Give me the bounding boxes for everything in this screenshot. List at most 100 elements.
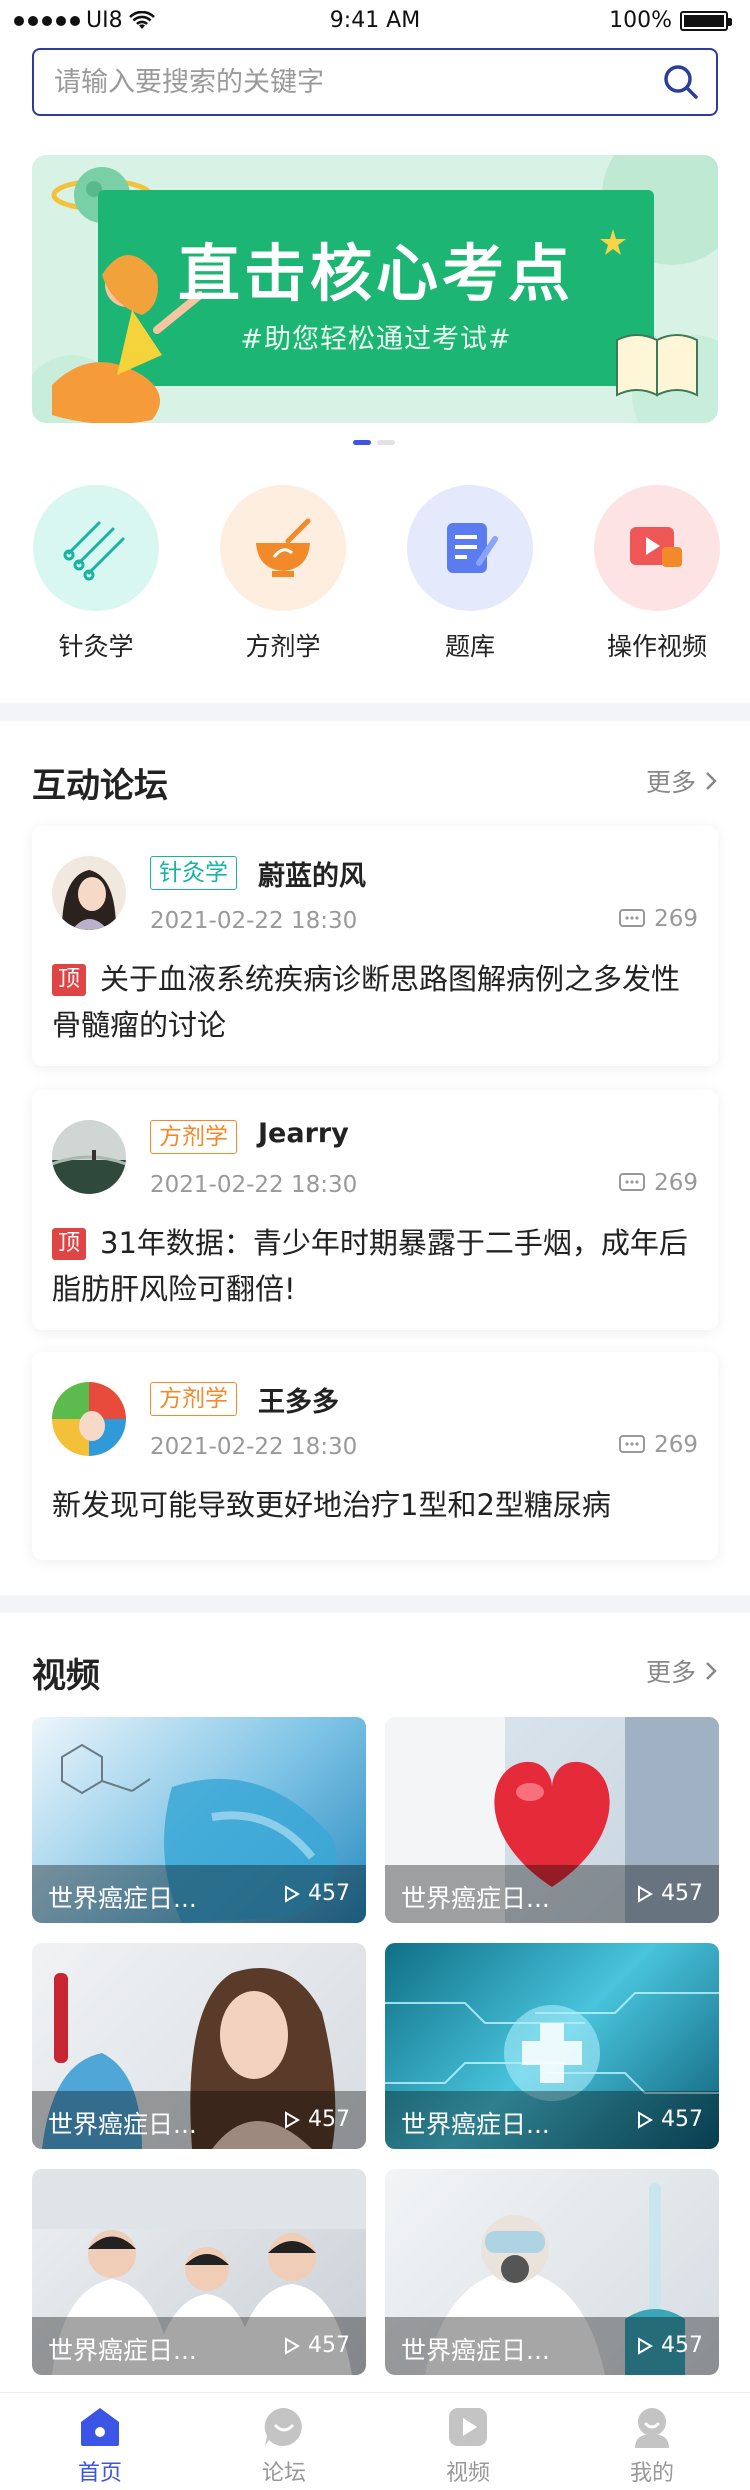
- banner-subtitle: #助您轻松通过考试#: [240, 324, 512, 355]
- quick-nav-prescription[interactable]: 方剂学: [198, 485, 368, 663]
- video-card[interactable]: 世界癌症日... 457: [385, 1717, 719, 1923]
- tab-forum[interactable]: 论坛: [224, 2403, 344, 2487]
- video-card[interactable]: 世界癌症日... 457: [32, 1717, 366, 1923]
- more-label: 更多: [645, 768, 696, 797]
- view-count-label: 457: [308, 2107, 350, 2132]
- avatar[interactable]: [52, 856, 126, 930]
- quick-nav-question-bank[interactable]: 题库: [385, 485, 555, 663]
- banner-title: 直击核心考点: [177, 237, 574, 310]
- comment-icon: [619, 1435, 646, 1453]
- pagination-dot-active[interactable]: [353, 440, 371, 445]
- play-icon: [638, 2336, 653, 2355]
- quick-nav-operation-video[interactable]: 操作视频: [572, 485, 742, 663]
- bottom-tab-bar: 首页 论坛 视频 我的: [0, 2392, 750, 2490]
- tab-home[interactable]: 首页: [40, 2403, 160, 2487]
- video-more-link[interactable]: 更多: [646, 1653, 718, 1689]
- promo-banner[interactable]: 直击核心考点 #助您轻松通过考试#: [32, 155, 718, 423]
- comment-count: 269: [618, 1432, 698, 1458]
- chevron-right-icon: [706, 1662, 717, 1680]
- comment-icon: [619, 909, 646, 927]
- video-title: 世界癌症日...: [401, 2336, 550, 2365]
- video-title: 世界癌症日...: [48, 2336, 197, 2365]
- pagination-dot[interactable]: [377, 440, 395, 445]
- play-icon: [638, 1884, 653, 1903]
- post-date: 2021-02-22 18:30: [150, 1434, 358, 1460]
- quick-nav-label: 题库: [444, 632, 495, 661]
- play-icon: [285, 2336, 300, 2355]
- username[interactable]: 蔚蓝的风: [258, 854, 366, 893]
- needles-icon: [33, 485, 159, 611]
- video-card[interactable]: 世界癌症日... 457: [385, 2169, 719, 2375]
- forum-section-title: 互动论坛: [32, 766, 168, 806]
- post-text: 新发现可能导致更好地治疗1型和2型糖尿病: [52, 1488, 611, 1522]
- video-section-title: 视频: [32, 1656, 100, 1696]
- view-count: 457: [637, 2107, 703, 2132]
- banner-pagination[interactable]: [353, 440, 395, 445]
- video-title: 世界癌症日...: [401, 1884, 550, 1913]
- video-caption: 世界癌症日... 457: [385, 1865, 719, 1923]
- video-caption: 世界癌症日... 457: [32, 2317, 366, 2375]
- video-card[interactable]: 世界癌症日... 457: [32, 2169, 366, 2375]
- forum-post-card[interactable]: 方剂学 Jearry 2021-02-22 18:30 269 顶 31年数据：青…: [32, 1090, 718, 1330]
- category-tag[interactable]: 针灸学: [150, 856, 237, 890]
- post-title[interactable]: 顶关于血液系统疾病诊断思路图解病例之多发性骨髓瘤的讨论: [52, 956, 698, 1048]
- video-caption: 世界癌症日... 457: [385, 2317, 719, 2375]
- avatar[interactable]: [52, 1120, 126, 1194]
- video-title: 世界癌症日...: [48, 2110, 197, 2139]
- comment-count: 269: [618, 1170, 698, 1196]
- video-card[interactable]: 世界癌症日... 457: [385, 1943, 719, 2149]
- tab-label: 论坛: [261, 2461, 306, 2486]
- video-caption: 世界癌症日... 457: [32, 2091, 366, 2149]
- chevron-right-icon: [706, 772, 717, 790]
- battery-icon: [680, 10, 732, 31]
- quick-nav-acupuncture[interactable]: 针灸学: [11, 485, 181, 663]
- view-count: 457: [637, 2333, 703, 2358]
- view-count-label: 457: [308, 1881, 350, 1906]
- tab-label: 视频: [445, 2461, 490, 2486]
- forum-post-card[interactable]: 针灸学 蔚蓝的风 2021-02-22 18:30 269 顶关于血液系统疾病诊…: [32, 826, 718, 1066]
- post-title[interactable]: 顶 31年数据：青少年时期暴露于二手烟，成年后脂肪肝风险可翻倍!: [52, 1220, 698, 1312]
- quick-nav-label: 方剂学: [245, 632, 321, 661]
- more-label: 更多: [645, 1658, 696, 1687]
- search-icon[interactable]: [646, 50, 716, 114]
- quick-nav-label: 操作视频: [606, 632, 707, 661]
- comment-count-label: 269: [654, 906, 698, 932]
- comment-icon: [619, 1173, 646, 1191]
- video-tab-icon: [444, 2403, 492, 2451]
- battery-label: 100%: [609, 8, 672, 33]
- tab-profile[interactable]: 我的: [592, 2403, 712, 2487]
- play-icon: [285, 2110, 300, 2129]
- category-tag[interactable]: 方剂学: [150, 1120, 237, 1154]
- tab-label: 首页: [77, 2461, 122, 2486]
- view-count-label: 457: [661, 2107, 703, 2132]
- avatar[interactable]: [52, 1382, 126, 1456]
- view-count-label: 457: [308, 2333, 350, 2358]
- post-title[interactable]: 新发现可能导致更好地治疗1型和2型糖尿病: [52, 1482, 698, 1528]
- post-text: 31年数据：青少年时期暴露于二手烟，成年后脂肪肝风险可翻倍!: [52, 1226, 688, 1306]
- username[interactable]: 王多多: [258, 1380, 339, 1419]
- play-icon: [638, 2110, 653, 2129]
- tab-video[interactable]: 视频: [408, 2403, 528, 2487]
- video-title: 世界癌症日...: [401, 2110, 550, 2139]
- comment-count-label: 269: [654, 1170, 698, 1196]
- video-caption: 世界癌症日... 457: [32, 1865, 366, 1923]
- username[interactable]: Jearry: [258, 1118, 349, 1149]
- post-text: 关于血液系统疾病诊断思路图解病例之多发性骨髓瘤的讨论: [52, 962, 681, 1042]
- search-input[interactable]: [34, 66, 646, 98]
- video-icon: [594, 485, 720, 611]
- view-count: 457: [284, 2107, 350, 2132]
- search-bar[interactable]: [32, 48, 718, 116]
- forum-more-link[interactable]: 更多: [646, 763, 718, 799]
- forum-post-card[interactable]: 方剂学 王多多 2021-02-22 18:30 269 新发现可能导致更好地治…: [32, 1352, 718, 1560]
- view-count: 457: [284, 2333, 350, 2358]
- pinned-badge: 顶: [52, 1228, 87, 1260]
- category-tag[interactable]: 方剂学: [150, 1382, 237, 1416]
- post-date: 2021-02-22 18:30: [150, 1172, 358, 1198]
- view-count: 457: [284, 1881, 350, 1906]
- tab-label: 我的: [629, 2461, 674, 2486]
- status-bar: UI8 9:41 AM 100%: [0, 0, 750, 40]
- home-icon: [76, 2403, 124, 2451]
- video-card[interactable]: 世界癌症日... 457: [32, 1943, 366, 2149]
- view-count-label: 457: [661, 2333, 703, 2358]
- view-count: 457: [637, 1881, 703, 1906]
